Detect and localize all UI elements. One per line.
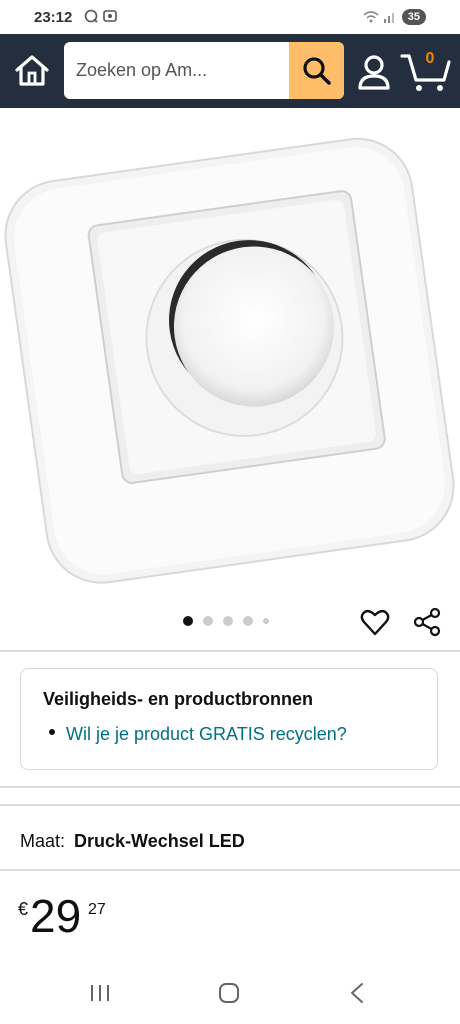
top-header: 0 bbox=[0, 34, 460, 108]
gallery-indicator bbox=[183, 616, 269, 626]
nav-home-icon[interactable] bbox=[218, 982, 240, 1004]
cart-count: 0 bbox=[425, 50, 435, 67]
gallery-dot[interactable] bbox=[243, 616, 253, 626]
gallery-dot[interactable] bbox=[263, 618, 269, 624]
gallery-dot[interactable] bbox=[203, 616, 213, 626]
divider bbox=[0, 650, 460, 652]
wifi-signal-icon bbox=[363, 11, 394, 23]
battery-badge: 35 bbox=[401, 9, 426, 25]
gallery-dot-active[interactable] bbox=[183, 616, 193, 626]
status-bar: 23:12 35 bbox=[0, 0, 460, 34]
product-image[interactable] bbox=[0, 108, 460, 608]
status-icons bbox=[84, 9, 124, 26]
search-icon bbox=[302, 56, 331, 85]
heart-icon[interactable] bbox=[360, 607, 390, 637]
search-bar bbox=[64, 42, 344, 99]
size-value: Druck-Wechsel LED bbox=[74, 831, 245, 851]
home-icon[interactable] bbox=[12, 51, 52, 91]
size-label: Maat: bbox=[20, 831, 66, 851]
divider bbox=[0, 786, 460, 788]
gallery-dot[interactable] bbox=[223, 616, 233, 626]
recent-apps-icon[interactable] bbox=[88, 982, 112, 1004]
safety-title: Veiligheids- en productbronnen bbox=[43, 689, 314, 709]
safety-resources-card: Veiligheids- en productbronnen Wil je je… bbox=[20, 668, 438, 770]
status-time: 23:12 bbox=[34, 9, 73, 26]
user-icon[interactable] bbox=[354, 52, 394, 92]
price-fraction: 27 bbox=[88, 901, 106, 918]
search-input[interactable] bbox=[64, 42, 290, 99]
back-icon[interactable] bbox=[348, 982, 366, 1004]
system-nav-bar bbox=[0, 962, 460, 1024]
divider bbox=[0, 869, 460, 871]
divider bbox=[0, 804, 460, 806]
status-right: 35 bbox=[362, 9, 426, 25]
share-icon[interactable] bbox=[412, 607, 442, 637]
search-button[interactable] bbox=[289, 42, 344, 99]
price-whole: 29 bbox=[30, 890, 82, 942]
size-selector[interactable]: Maat: Druck-Wechsel LED bbox=[20, 831, 245, 852]
recycle-link[interactable]: Wil je je product GRATIS recyclen? bbox=[66, 724, 347, 745]
price-currency: € bbox=[18, 899, 29, 919]
notification-icons bbox=[84, 9, 117, 23]
bullet-dot bbox=[49, 729, 55, 735]
